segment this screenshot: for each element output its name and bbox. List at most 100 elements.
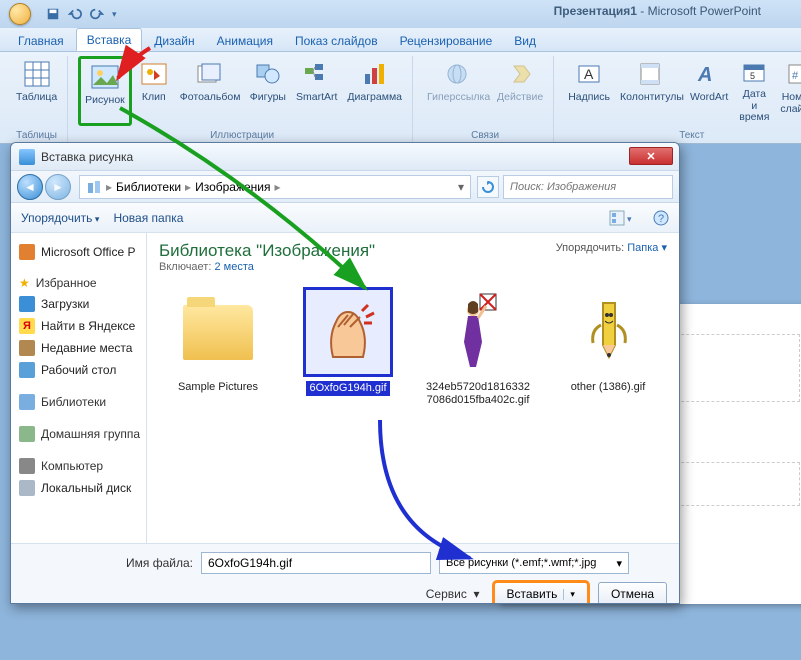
group-links: Гиперссылка Действие Связи	[417, 56, 554, 143]
clapping-hands-icon	[318, 297, 378, 367]
back-button[interactable]: ◄	[17, 174, 43, 200]
close-button[interactable]: ✕	[629, 147, 673, 165]
insert-button[interactable]: Вставить	[494, 582, 588, 604]
group-illustrations: Рисунок Клип Фотоальбом Фигуры SmartArt …	[72, 56, 413, 143]
clip-button[interactable]: Клип	[134, 56, 174, 126]
group-tables-label: Таблицы	[6, 130, 67, 141]
new-folder-button[interactable]: Новая папка	[113, 211, 183, 225]
ribbon-tabs: Главная Вставка Дизайн Анимация Показ сл…	[0, 28, 801, 52]
service-menu[interactable]: Сервис ▾	[426, 587, 480, 601]
tab-animation[interactable]: Анимация	[207, 30, 283, 51]
dialog-content: Библиотека "Изображения" Включает: 2 мес…	[147, 233, 679, 543]
slidenum-icon: #	[782, 58, 801, 90]
file-item-selected[interactable]: 6OxfoG194h.gif	[293, 287, 403, 396]
sidebar-homegroup[interactable]: Домашняя группа	[17, 423, 140, 445]
smartart-button[interactable]: SmartArt	[292, 56, 341, 126]
help-icon[interactable]: ?	[653, 210, 669, 226]
chart-button[interactable]: Диаграмма	[343, 56, 406, 126]
tab-design[interactable]: Дизайн	[144, 30, 204, 51]
group-text-label: Текст	[558, 130, 801, 141]
folder-icon	[183, 305, 253, 360]
refresh-button[interactable]	[477, 176, 499, 198]
window-title: Презентация1 - Microsoft PowerPoint	[554, 4, 761, 18]
file-item[interactable]: other (1386).gif	[553, 287, 663, 394]
svg-text:A: A	[697, 64, 712, 86]
forward-button[interactable]: ►	[45, 174, 71, 200]
sidebar-yandex[interactable]: ЯНайти в Яндексе	[17, 315, 140, 337]
group-illustrations-label: Иллюстрации	[72, 130, 412, 141]
picture-icon	[89, 61, 121, 93]
sidebar-libraries[interactable]: Библиотеки	[17, 391, 140, 413]
organize-menu[interactable]: Упорядочить	[21, 211, 99, 225]
dialog-footer: Имя файла: Все рисунки (*.emf;*.wmf;*.jp…	[11, 543, 679, 604]
svg-text:?: ?	[658, 213, 664, 225]
datetime-button[interactable]: 5 Дата и время	[734, 56, 774, 126]
tab-home[interactable]: Главная	[8, 30, 74, 51]
filetype-dropdown[interactable]: Все рисунки (*.emf;*.wmf;*.jpg▾	[439, 552, 629, 574]
sidebar-desktop[interactable]: Рабочий стол	[17, 359, 140, 381]
sidebar-office[interactable]: Microsoft Office P	[17, 241, 140, 263]
folder-item[interactable]: Sample Pictures	[163, 287, 273, 394]
crumb-images[interactable]: Изображения	[195, 180, 270, 194]
action-icon	[504, 58, 536, 90]
cancel-button[interactable]: Отмена	[598, 582, 667, 604]
pencil-character-icon	[583, 295, 633, 370]
sidebar-computer[interactable]: Компьютер	[17, 455, 140, 477]
datetime-icon: 5	[738, 58, 770, 87]
filename-label: Имя файла:	[23, 556, 193, 570]
breadcrumb[interactable]: ▸ Библиотеки ▸ Изображения ▸ ▾	[79, 175, 471, 199]
library-header: Библиотека "Изображения" Включает: 2 мес…	[147, 233, 679, 277]
dialog-titlebar[interactable]: Вставка рисунка ✕	[11, 143, 679, 171]
filename-input[interactable]	[201, 552, 431, 574]
libraries-icon	[86, 179, 102, 195]
tab-review[interactable]: Рецензирование	[390, 30, 503, 51]
wordart-button[interactable]: A WordArt	[686, 56, 732, 126]
sort-control[interactable]: Упорядочить: Папка ▾	[556, 241, 667, 254]
table-icon	[21, 58, 53, 90]
includes-link[interactable]: 2 места	[214, 261, 253, 273]
textbox-button[interactable]: A Надпись	[564, 56, 614, 126]
save-icon[interactable]	[46, 7, 60, 21]
sidebar-favorites[interactable]: ★Избранное	[17, 273, 140, 293]
dialog-icon	[19, 149, 35, 165]
tab-view[interactable]: Вид	[504, 30, 546, 51]
sidebar-localdisk[interactable]: Локальный диск	[17, 477, 140, 499]
dialog-nav: ◄ ► ▸ Библиотеки ▸ Изображения ▸ ▾	[11, 171, 679, 203]
insert-picture-dialog: Вставка рисунка ✕ ◄ ► ▸ Библиотеки ▸ Изо…	[10, 142, 680, 604]
hyperlink-button: Гиперссылка	[423, 56, 491, 126]
svg-text:5: 5	[750, 71, 755, 81]
file-item[interactable]: 324eb5720d18163327086d015fba402c.gif	[423, 287, 533, 407]
view-mode-button[interactable]: ▾	[609, 210, 639, 226]
search-input[interactable]	[503, 175, 673, 199]
group-text: A Надпись Колонтитулы A WordArt 5 Дата и…	[558, 56, 801, 143]
library-subtitle: Включает: 2 места	[159, 261, 375, 273]
headerfooter-icon	[634, 58, 666, 90]
shapes-icon	[252, 58, 284, 90]
dialog-sidebar: Microsoft Office P ★Избранное Загрузки Я…	[11, 233, 147, 543]
office-button[interactable]	[0, 0, 40, 28]
tab-insert[interactable]: Вставка	[76, 28, 143, 51]
woman-icon	[458, 292, 498, 372]
table-button[interactable]: Таблица	[12, 56, 61, 126]
photoalbum-icon	[194, 58, 226, 90]
sidebar-recent[interactable]: Недавние места	[17, 337, 140, 359]
group-links-label: Связи	[417, 130, 553, 141]
crumb-libraries[interactable]: Библиотеки	[116, 180, 181, 194]
redo-icon[interactable]	[90, 7, 104, 21]
headerfooter-button[interactable]: Колонтитулы	[616, 56, 684, 126]
svg-text:▾: ▾	[627, 214, 632, 224]
group-tables: Таблица Таблицы	[6, 56, 68, 143]
undo-icon[interactable]	[68, 7, 82, 21]
clip-icon	[138, 58, 170, 90]
tab-slideshow[interactable]: Показ слайдов	[285, 30, 388, 51]
action-button: Действие	[493, 56, 547, 126]
sidebar-downloads[interactable]: Загрузки	[17, 293, 140, 315]
slidenum-button[interactable]: # Номер слайда	[776, 56, 801, 126]
svg-text:A: A	[584, 66, 594, 82]
picture-button[interactable]: Рисунок	[78, 56, 132, 126]
chart-icon	[359, 58, 391, 90]
shapes-button[interactable]: Фигуры	[246, 56, 290, 126]
photoalbum-button[interactable]: Фотоальбом	[176, 56, 244, 126]
wordart-icon: A	[693, 58, 725, 90]
file-grid: Sample Pictures 6OxfoG194h.gif	[147, 277, 679, 417]
